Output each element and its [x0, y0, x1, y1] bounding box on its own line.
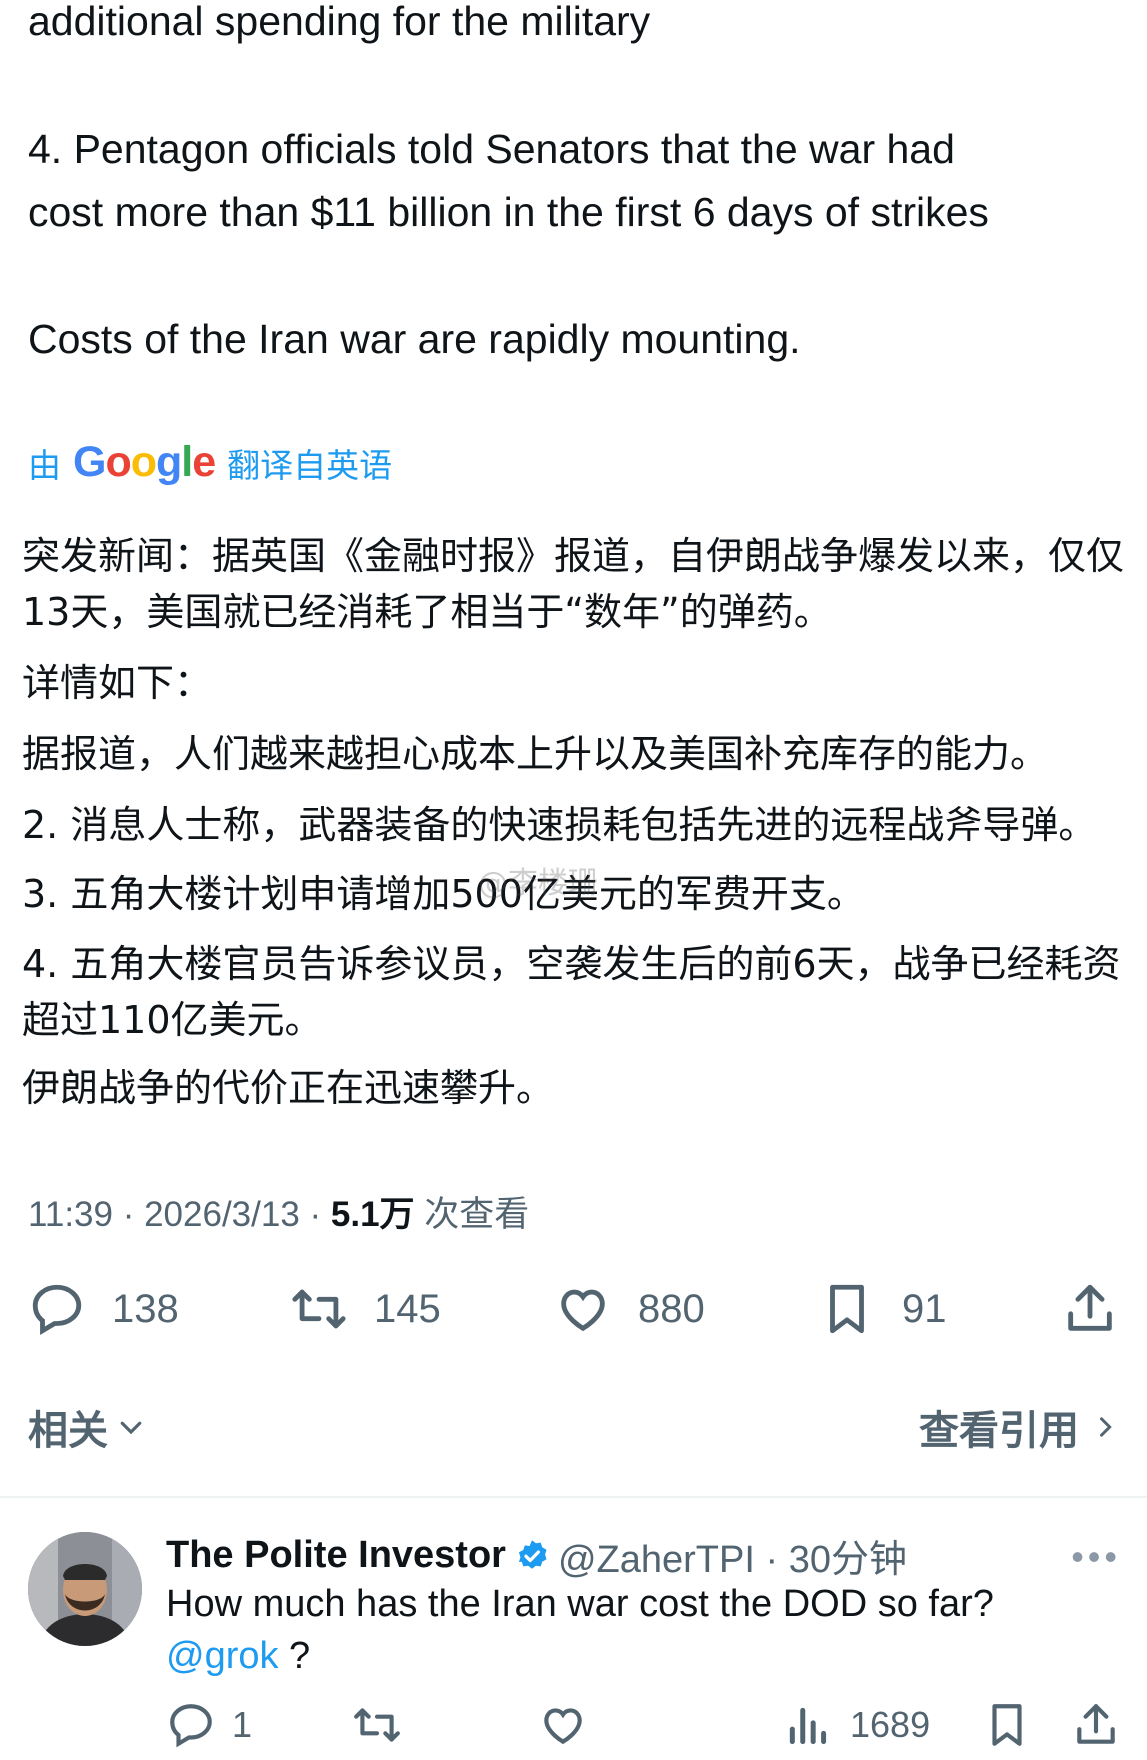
share-icon: [1077, 1704, 1115, 1744]
translated-paragraph: 2. 消息人士称，武器装备的快速损耗包括先进的远程战斧导弹。: [22, 803, 1097, 847]
retweet-icon: [354, 1708, 400, 1742]
reply-handle-time[interactable]: @ZaherTPI · 30分钟: [558, 1528, 907, 1583]
reply-button[interactable]: 138: [28, 1280, 179, 1338]
bookmark-button[interactable]: 91: [818, 1280, 947, 1338]
translate-prefix: 由: [28, 446, 61, 484]
reply-icon: [32, 1284, 82, 1336]
views-count: 5.1万: [330, 1195, 415, 1234]
bookmark-count: 91: [902, 1286, 947, 1331]
translation-attribution[interactable]: 由 Google 翻译自英语: [28, 438, 392, 487]
heart-icon: [561, 1289, 605, 1332]
reply-reply-button[interactable]: 1: [166, 1700, 252, 1750]
retweet-button[interactable]: 145: [290, 1280, 441, 1338]
heart-icon: [544, 1708, 582, 1745]
reply-reply-count: 1: [232, 1704, 253, 1745]
reply-text-body: How much has the Iran war cost the DOD s…: [166, 1583, 994, 1625]
chevron-down-icon: [120, 1421, 142, 1435]
reply-share-button[interactable]: [1071, 1700, 1121, 1750]
related-toggle[interactable]: 相关: [28, 1398, 146, 1456]
reply-icon: [170, 1704, 212, 1748]
reply-header: The Polite Investor @ZaherTPI · 30分钟: [166, 1528, 907, 1583]
reply-text: How much has the Iran war cost the DOD s…: [166, 1578, 994, 1682]
reply-like-button[interactable]: [538, 1700, 588, 1750]
translated-paragraph: 4. 五角大楼官员告诉参议员，空袭发生后的前6天，战争已经耗资超过110亿美元。: [22, 942, 1121, 1042]
tweet-action-bar: 138 145 880 91: [28, 1274, 1119, 1344]
tweet-text-line: cost more than $11 billion in the first …: [28, 189, 989, 235]
views-label: 次查看: [414, 1195, 530, 1234]
retweet-count: 145: [374, 1286, 441, 1331]
share-icon: [1068, 1284, 1112, 1331]
reply-retweet-button[interactable]: [352, 1700, 402, 1750]
reply-bookmark-button[interactable]: [982, 1700, 1032, 1750]
translated-paragraph: 详情如下：: [22, 661, 213, 705]
related-label: 相关: [28, 1408, 108, 1454]
translated-paragraph: 伊朗战争的代价正在迅速攀升。: [22, 1066, 555, 1110]
verified-icon: [518, 1539, 547, 1569]
reply-text-end: ?: [278, 1635, 311, 1677]
views-icon: [789, 1707, 827, 1745]
mention-link[interactable]: @grok: [166, 1635, 279, 1677]
divider: [0, 1496, 1147, 1498]
avatar-image: [28, 1532, 142, 1646]
tweet-text-paragraph: 4. Pentagon officials told Senators that…: [28, 118, 1119, 244]
reply-author-name[interactable]: The Polite Investor: [166, 1534, 506, 1577]
translated-paragraph: 突发新闻：据英国《金融时报》报道，自伊朗战争爆发以来，仅仅13天，美国就已经消耗…: [22, 534, 1125, 634]
tweet-meta: 11:39 · 2026/3/13 · 5.1万 次查看: [28, 1186, 529, 1237]
reply-count: 138: [112, 1286, 179, 1331]
google-logo: Google: [73, 438, 216, 486]
bookmark-icon: [992, 1704, 1022, 1746]
tweet-text-line: 4. Pentagon officials told Senators that…: [28, 126, 955, 172]
tweet-text-line: Costs of the Iran war are rapidly mounti…: [28, 316, 801, 362]
retweet-icon: [292, 1289, 346, 1329]
reply-action-bar: 1 1689: [166, 1700, 1121, 1756]
view-quotes-label: 查看引用: [919, 1408, 1079, 1454]
watermark: @李楼珊: [478, 866, 598, 901]
translated-paragraph: 据报道，人们越来越担心成本上升以及美国补充库存的能力。: [22, 732, 1049, 776]
chevron-right-icon: [1100, 1417, 1112, 1437]
avatar[interactable]: [28, 1532, 142, 1646]
timestamp[interactable]: 11:39 · 2026/3/13 ·: [28, 1195, 331, 1234]
bookmark-icon: [830, 1284, 864, 1334]
view-quotes-link[interactable]: 查看引用: [919, 1398, 1119, 1456]
reply-views-button[interactable]: 1689: [784, 1700, 930, 1750]
reply-views-count: 1689: [850, 1704, 931, 1745]
like-button[interactable]: 880: [554, 1280, 705, 1338]
tweet-text-line: additional spending for the military: [28, 0, 651, 44]
share-button[interactable]: [1061, 1280, 1119, 1338]
translate-suffix: 翻译自英语: [227, 446, 393, 484]
like-count: 880: [638, 1286, 705, 1331]
more-icon[interactable]: •••: [1071, 1536, 1121, 1578]
